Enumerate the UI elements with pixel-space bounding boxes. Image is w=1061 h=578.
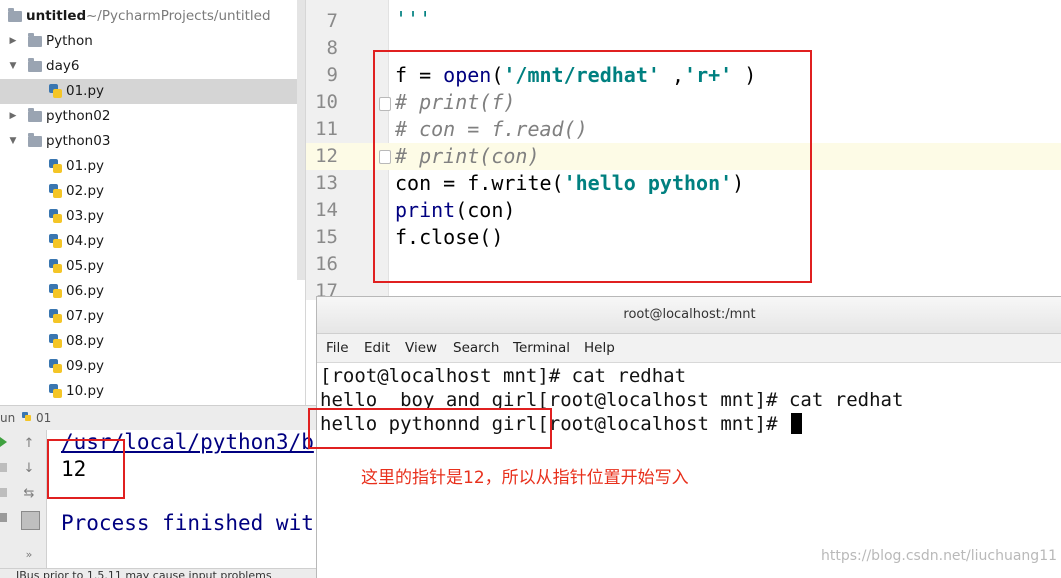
line-number: 13 <box>315 172 338 194</box>
tree-item-label: 09.py <box>66 358 105 374</box>
tree-item-label: python03 <box>46 133 111 149</box>
root-path: ~/PycharmProjects/untitled <box>86 8 271 24</box>
python-file-icon <box>49 259 62 274</box>
line-number: 7 <box>326 10 338 32</box>
terminal-menubar: File Edit View Search Terminal Help <box>317 334 1061 363</box>
annotation-box-output <box>47 439 125 499</box>
print-icon[interactable] <box>21 511 40 530</box>
code-line-7: ''' <box>395 7 432 31</box>
menu-view[interactable]: View <box>405 334 437 362</box>
chevron-down-icon[interactable]: ▼ <box>7 129 19 154</box>
tree-file[interactable]: 01.py <box>0 79 297 104</box>
run-tab-label[interactable]: 01 <box>36 406 51 430</box>
line-number: 16 <box>315 253 338 275</box>
tree-item-label: 01.py <box>66 158 105 174</box>
terminal-cursor <box>791 413 802 434</box>
tree-file[interactable]: 02.py <box>0 179 297 204</box>
line-number: 15 <box>315 226 338 248</box>
tree-file[interactable]: 09.py <box>0 354 297 379</box>
run-tool-header: un 01 <box>0 405 320 431</box>
run-tab-prefix: un <box>0 411 16 425</box>
menu-terminal[interactable]: Terminal <box>513 334 570 362</box>
tree-file[interactable]: 06.py <box>0 279 297 304</box>
python-file-icon <box>49 359 62 374</box>
tree-root[interactable]: untitled ~/PycharmProjects/untitled <box>0 4 297 29</box>
folder-icon <box>28 108 42 122</box>
tree-item-label: Python <box>46 33 93 49</box>
watermark: https://blog.csdn.net/liuchuang11 <box>821 548 1058 564</box>
annotation-note: 这里的指针是12，所以从指针位置开始写入 <box>361 468 689 488</box>
project-tool-window: untitled ~/PycharmProjects/untitled ▶ Pyt… <box>0 0 306 405</box>
tree-folder[interactable]: ▶ python02 <box>0 104 297 129</box>
tree-folder[interactable]: ▼ day6 <box>0 54 297 79</box>
tree-file[interactable]: 08.py <box>0 329 297 354</box>
line-number: 10 <box>315 91 338 113</box>
python-file-icon <box>49 334 62 349</box>
tree-item-label: 05.py <box>66 258 105 274</box>
arrow-up-icon[interactable]: ↑ <box>21 436 37 452</box>
python-file-icon <box>49 309 62 324</box>
folder-icon <box>28 33 42 47</box>
tree-file[interactable]: 04.py <box>0 229 297 254</box>
tree-item-label: 02.py <box>66 183 105 199</box>
folder-icon <box>8 8 22 22</box>
python-file-icon <box>49 284 62 299</box>
line-number: 8 <box>326 37 338 59</box>
chevron-down-icon[interactable]: ▼ <box>7 54 19 79</box>
python-file-icon <box>49 184 62 199</box>
tree-item-label: 06.py <box>66 283 105 299</box>
tree-item-label: 01.py <box>66 83 105 99</box>
tree-item-label: day6 <box>46 58 80 74</box>
python-icon <box>22 412 31 421</box>
folder-icon <box>28 133 42 147</box>
arrow-down-icon[interactable]: ↓ <box>21 461 37 477</box>
line-number: 11 <box>315 118 338 140</box>
menu-help[interactable]: Help <box>584 334 615 362</box>
tree-folder[interactable]: ▶ Python <box>0 29 297 54</box>
folder-icon <box>28 58 42 72</box>
tree-file[interactable]: 05.py <box>0 254 297 279</box>
annotation-box-terminal <box>308 408 552 449</box>
menu-file[interactable]: File <box>326 334 349 362</box>
tree-file[interactable]: 03.py <box>0 204 297 229</box>
run-toolbar: ↑ ↓ ⇆ » <box>12 430 47 570</box>
pause-icon[interactable] <box>0 488 7 497</box>
rerun-icon[interactable] <box>0 437 7 447</box>
stop-icon[interactable] <box>0 463 7 472</box>
tree-item-label: 03.py <box>66 208 105 224</box>
settings-icon[interactable] <box>0 513 7 522</box>
terminal-line: [root@localhost mnt]# cat redhat <box>320 365 687 387</box>
process-finished-text: Process finished wit <box>61 511 314 535</box>
tree-item-label: 08.py <box>66 333 105 349</box>
chevron-right-icon[interactable]: ▶ <box>7 104 19 129</box>
tree-item-label: 07.py <box>66 308 105 324</box>
python-file-icon <box>49 159 62 174</box>
python-file-icon <box>49 234 62 249</box>
line-number: 14 <box>315 199 338 221</box>
tree-item-label: 04.py <box>66 233 105 249</box>
terminal-title: root@localhost:/mnt <box>317 297 1061 334</box>
menu-edit[interactable]: Edit <box>364 334 390 362</box>
menu-search[interactable]: Search <box>453 334 499 362</box>
python-file-icon <box>49 209 62 224</box>
chevron-right-icon[interactable]: ▶ <box>7 29 19 54</box>
soft-wrap-icon[interactable]: ⇆ <box>21 486 37 502</box>
python-file-icon <box>49 384 62 399</box>
more-icon[interactable]: » <box>21 547 37 563</box>
tree-item-label: python02 <box>46 108 111 124</box>
annotation-box-code <box>373 50 812 283</box>
python-file-icon <box>49 84 62 99</box>
root-name: untitled <box>26 8 87 24</box>
tree-folder[interactable]: ▼ python03 <box>0 129 297 154</box>
tree-file[interactable]: 10.py <box>0 379 297 404</box>
line-number: 9 <box>326 64 338 86</box>
tree-scrollbar[interactable] <box>297 0 305 280</box>
tree-item-label: 10.py <box>66 383 105 399</box>
line-number: 12 <box>315 145 338 167</box>
tree-file[interactable]: 01.py <box>0 154 297 179</box>
tree-file[interactable]: 07.py <box>0 304 297 329</box>
